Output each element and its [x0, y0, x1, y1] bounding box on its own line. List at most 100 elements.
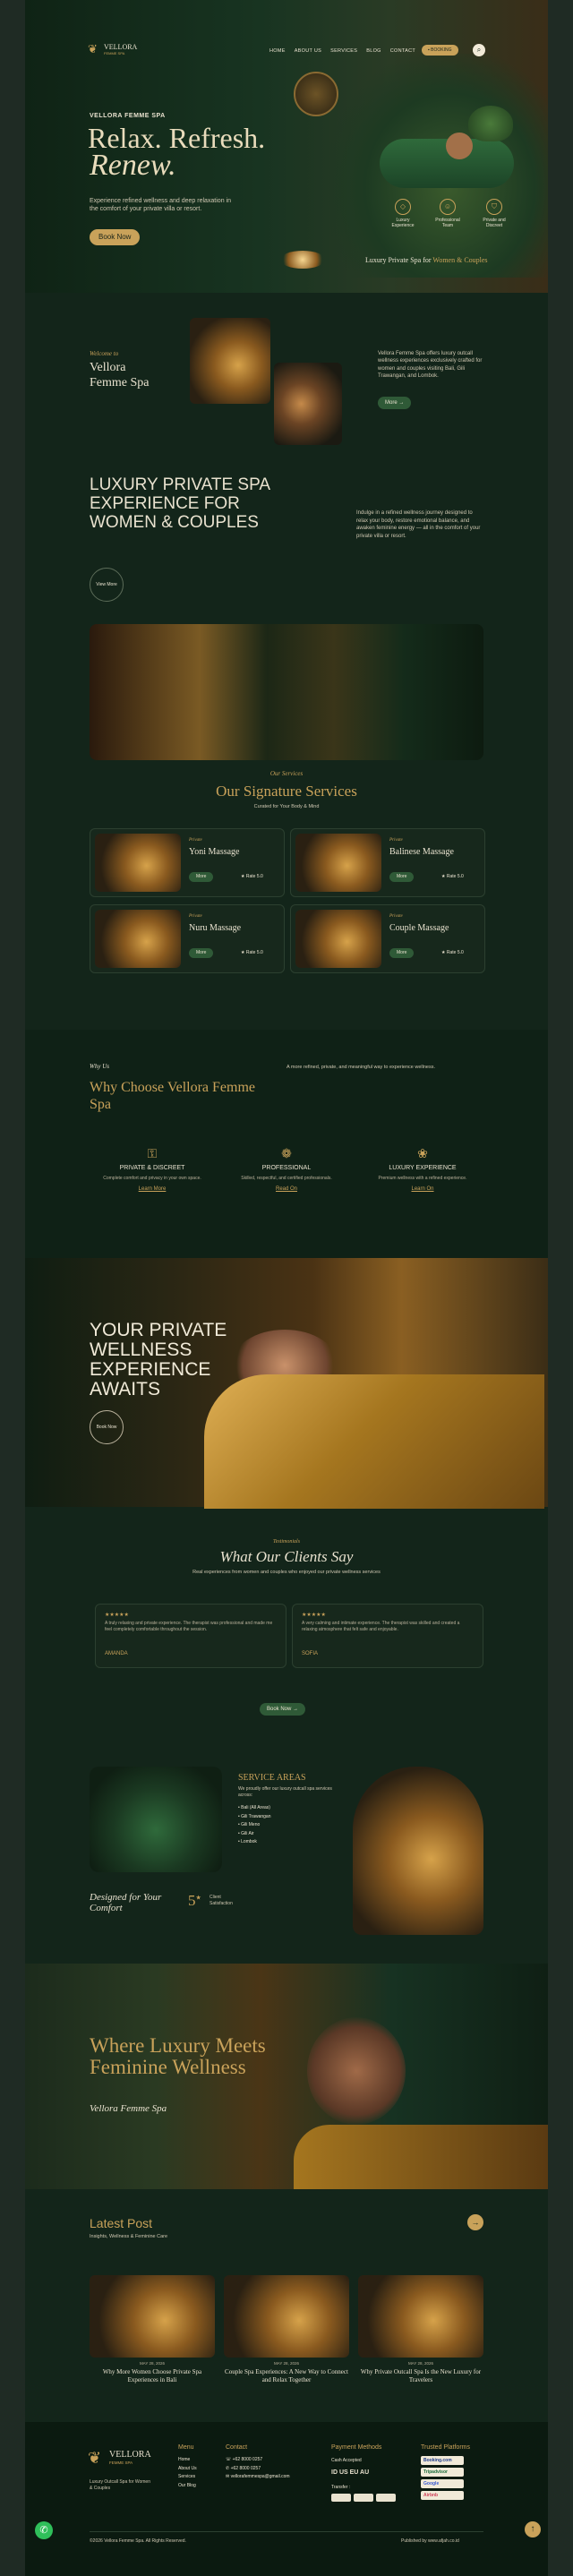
blog-subtitle: Insights, Wellness & Feminine Care: [90, 2234, 168, 2239]
nav-item-contact[interactable]: CONTACT: [390, 48, 415, 54]
contact-whatsapp[interactable]: ✆ +62 8000 0257: [226, 2465, 290, 2474]
user-icon: ☺: [440, 199, 456, 215]
hero-tagline: Luxury Private Spa for Women & Couples: [365, 256, 488, 264]
stat-number: 5: [188, 1892, 196, 1909]
service-more-button[interactable]: More: [389, 872, 415, 882]
rating-label: Rate 5.0: [245, 950, 263, 955]
footer-link-services[interactable]: Services: [178, 2473, 197, 2482]
copyright: ©2026 Vellora Femme Spa. All Rights Rese…: [90, 2538, 186, 2544]
service-name: Nuru Massage: [189, 923, 242, 933]
lotus-icon: ❦: [88, 42, 98, 56]
service-rating: ★ Rate 5.0: [241, 950, 263, 955]
footer-tagline: Luxury Outcall Spa for Women & Couples: [90, 2479, 150, 2491]
area-item: • Bali (All Areas): [238, 1805, 270, 1810]
brand-name: VELLORA: [104, 43, 138, 51]
why-item-link[interactable]: Learn More: [98, 1186, 206, 1192]
testimonials-book-button[interactable]: Book Now →: [260, 1703, 306, 1716]
nav-item-blog[interactable]: BLOG: [366, 48, 381, 54]
testimonial-card: ★★★★★ A truly relaxing and private exper…: [95, 1604, 286, 1668]
area-item: • Gili Air: [238, 1830, 254, 1836]
rating-label: Rate 5.0: [245, 874, 263, 879]
contact-phone[interactable]: ☏ +62 8000 0257: [226, 2456, 290, 2465]
hero-section: ❦ VELLORA FEMME SPA HOME ABOUT US SERVIC…: [25, 0, 548, 293]
candle-glow-image: [280, 251, 325, 269]
booking-button[interactable]: ▪ BOOKING: [422, 45, 458, 56]
nav-item-home[interactable]: HOME: [269, 48, 286, 54]
view-more-button[interactable]: View More: [90, 568, 124, 602]
service-tag: Private: [389, 914, 403, 919]
blog-image: [90, 2275, 215, 2358]
why-eyebrow: Why Us: [90, 1063, 109, 1070]
why-item-desc: Complete comfort and privacy in your own…: [103, 1176, 201, 1181]
scroll-top-icon[interactable]: ↑: [525, 2521, 541, 2537]
service-name: Couple Massage: [389, 923, 449, 933]
why-item-professional: ❁ PROFESSIONAL Skilled, respectful, and …: [233, 1146, 340, 1192]
service-areas-section: SERVICE AREAS We proudly offer our luxur…: [25, 1749, 548, 1964]
luxury-banner: Where Luxury Meets Feminine Wellness Vel…: [25, 1964, 548, 2189]
service-tag: Private: [189, 838, 202, 843]
contact-email[interactable]: ✉ vellorafemmespa@gmail.com: [226, 2473, 290, 2482]
cash-label: Cash Accepted: [331, 2458, 362, 2463]
feature-label: Luxury Experience: [391, 218, 415, 228]
blog-post-title: Why Private Outcall Spa Is the New Luxur…: [360, 2368, 482, 2383]
service-card-nuru[interactable]: Private Nuru Massage More ★ Rate 5.0: [90, 904, 285, 973]
tagline-text: Luxury Private Spa for: [365, 256, 432, 264]
footer-brand-subtitle: FEMME SPA: [109, 2460, 133, 2465]
main-nav: HOME ABOUT US SERVICES BLOG CONTACT: [269, 48, 415, 54]
phone-icon: ☏: [226, 2457, 233, 2462]
whatsapp-float-icon[interactable]: ✆: [35, 2521, 53, 2539]
hero-title-script: Renew.: [90, 149, 176, 182]
footer-divider: [90, 2531, 483, 2532]
areas-list: • Bali (All Areas) • Gili Trawangan • Gi…: [238, 1804, 271, 1847]
site-footer: ❦ VELLORA FEMME SPA Luxury Outcall Spa f…: [25, 2422, 548, 2576]
platform-badge[interactable]: Tripadvisor: [421, 2468, 464, 2477]
platform-badges: Booking.com Tripadvisor Google Airbnb: [421, 2456, 464, 2500]
areas-script: Designed for Your Comfort: [90, 1892, 162, 1914]
arrow-right-icon: →: [398, 400, 405, 406]
footer-link-blog[interactable]: Our Blog: [178, 2482, 197, 2491]
platform-badge[interactable]: Airbnb: [421, 2491, 464, 2500]
brand-subtitle: FEMME SPA: [104, 51, 125, 56]
nav-item-services[interactable]: SERVICES: [330, 48, 357, 54]
about-more-button[interactable]: More →: [378, 397, 412, 409]
about-title: Vellora Femme Spa: [90, 361, 150, 389]
why-item-luxury: ❀ LUXURY EXPERIENCE Premium wellness wit…: [369, 1146, 476, 1192]
testimonial-text: A truly relaxing and private experience.…: [105, 1621, 273, 1632]
client-image: [446, 133, 473, 159]
service-more-button[interactable]: More: [189, 872, 214, 882]
blog-next-arrow-icon[interactable]: →: [467, 2214, 483, 2230]
footer-link-home[interactable]: Home: [178, 2456, 197, 2465]
transfer-label: Transfer :: [331, 2485, 351, 2490]
banner-book-button[interactable]: Book Now: [90, 1410, 124, 1444]
platform-badge[interactable]: Booking.com: [421, 2456, 464, 2465]
blog-post[interactable]: MAY 28, 2026 Couple Spa Experiences: A N…: [224, 2275, 349, 2384]
hero-description: Experience refined wellness and deep rel…: [90, 198, 231, 213]
banner-title: YOUR PRIVATE WELLNESS EXPERIENCE AWAITS: [90, 1320, 227, 1400]
service-more-button[interactable]: More: [389, 948, 415, 958]
nav-item-about[interactable]: ABOUT US: [295, 48, 321, 54]
spa-interior-image: [90, 624, 483, 760]
service-area-image-1: [90, 1767, 222, 1872]
why-item-private: ⚿ PRIVATE & DISCREET Complete comfort an…: [98, 1146, 206, 1192]
blog-post[interactable]: MAY 28, 2026 Why More Women Choose Priva…: [90, 2275, 215, 2384]
testimonials-subtitle: Real experiences from women and couples …: [192, 1570, 381, 1575]
footer-link-about[interactable]: About Us: [178, 2465, 197, 2474]
hero-book-button[interactable]: Book Now: [90, 229, 141, 245]
service-card-yoni[interactable]: Private Yoni Massage More ★ Rate 5.0: [90, 828, 285, 897]
luxury-title: Where Luxury Meets Feminine Wellness: [90, 2034, 266, 2079]
about-description: Vellora Femme Spa offers luxury outcall …: [378, 351, 483, 380]
luxury-script: Vellora Femme Spa: [90, 2103, 167, 2114]
why-item-link[interactable]: Read On: [233, 1186, 340, 1192]
service-card-balinese[interactable]: Private Balinese Massage More ★ Rate 5.0: [290, 828, 485, 897]
blog-section: Latest Post Insights, Wellness & Feminin…: [25, 2189, 548, 2422]
footer-contact-title: Contact: [226, 2444, 248, 2451]
testimonials-title: What Our Clients Say: [219, 1548, 354, 1565]
service-more-button[interactable]: More: [189, 948, 214, 958]
search-icon[interactable]: ⌕: [473, 44, 485, 56]
platform-badge[interactable]: Google: [421, 2479, 464, 2488]
why-item-link[interactable]: Learn On: [369, 1186, 476, 1192]
why-item-title: PROFESSIONAL: [261, 1165, 312, 1171]
blog-post[interactable]: MAY 28, 2026 Why Private Outcall Spa Is …: [358, 2275, 483, 2384]
service-card-couple[interactable]: Private Couple Massage More ★ Rate 5.0: [290, 904, 485, 973]
feature-professional: ☺ Professional Team: [430, 199, 466, 228]
